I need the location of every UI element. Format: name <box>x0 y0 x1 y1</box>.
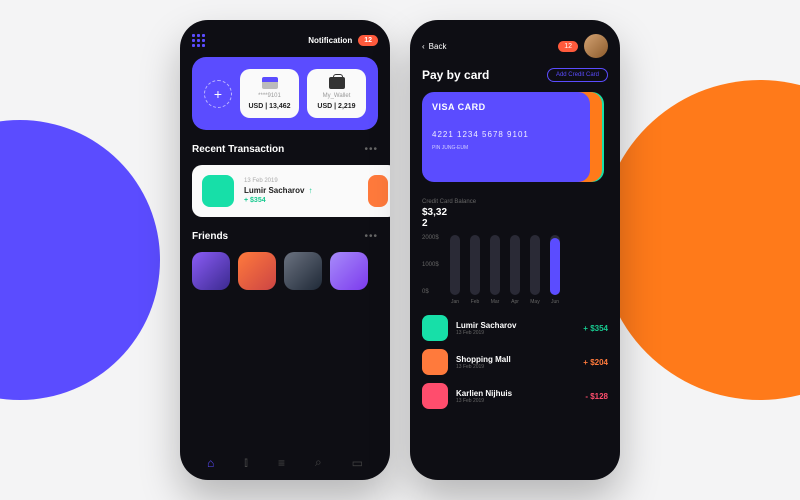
notification-button[interactable]: Notification 12 <box>308 35 378 46</box>
transaction-list: Lumir Sacharov13 Feb 2019+ $354Shopping … <box>422 315 608 409</box>
wallet-icon <box>329 77 345 89</box>
card-label: My_Wallet <box>323 93 351 99</box>
y-tick: 2000$ <box>422 235 439 241</box>
transaction-card[interactable]: 13 Feb 2019 Lumir Sacharov↑ + $354 <box>192 165 378 217</box>
avatar[interactable] <box>584 34 608 58</box>
chevron-left-icon: ‹ <box>422 42 425 51</box>
bg-circle-right <box>600 80 800 400</box>
transaction-name: Shopping Mall <box>456 355 511 364</box>
notification-label: Notification <box>308 36 352 45</box>
card-value: USD | 2,219 <box>317 103 355 110</box>
back-button[interactable]: ‹Back <box>422 42 446 51</box>
wallet-card[interactable]: My_Wallet USD | 2,219 <box>307 69 366 118</box>
x-tick: May <box>530 299 540 305</box>
notification-badge: 12 <box>358 35 378 46</box>
chart-bar[interactable] <box>550 235 560 295</box>
x-tick: Feb <box>470 299 480 305</box>
credit-card-stack[interactable]: VISA CARD 4221 1234 5678 9101 PIN JUNG-E… <box>422 92 608 187</box>
wallet-card[interactable]: ****9101 USD | 13,462 <box>240 69 299 118</box>
transaction-amount: + $354 <box>244 197 312 204</box>
balance-value: $3,322 <box>422 207 452 229</box>
transaction-name: Lumir Sacharov↑ <box>244 186 312 195</box>
transaction-icon <box>422 383 448 409</box>
transaction-row[interactable]: Shopping Mall13 Feb 2019 + $204 <box>422 349 608 375</box>
transaction-amount: - $128 <box>585 392 608 401</box>
nav-home-icon[interactable]: ⌂ <box>207 456 214 470</box>
x-tick: Jan <box>450 299 460 305</box>
transaction-date: 13 Feb 2019 <box>456 330 516 336</box>
menu-icon[interactable] <box>192 34 205 47</box>
transaction-name: Lumir Sacharov <box>456 321 516 330</box>
chart-bar[interactable] <box>530 235 540 295</box>
avatar[interactable] <box>238 252 276 290</box>
chart-bar[interactable] <box>450 235 460 295</box>
transaction-date: 13 Feb 2019 <box>244 178 312 184</box>
nav-search-icon[interactable]: ⌕ <box>315 455 322 470</box>
chart-bar[interactable] <box>490 235 500 295</box>
transaction-row[interactable]: Lumir Sacharov13 Feb 2019 + $354 <box>422 315 608 341</box>
x-tick: Jun <box>550 299 560 305</box>
friends-title: Friends <box>192 231 228 242</box>
recent-transaction-title: Recent Transaction <box>192 144 284 155</box>
balance-chart: Credit Card Balance $3,322 2000$ 1000$ 0… <box>422 199 608 305</box>
bg-circle-left <box>0 120 160 400</box>
add-card-button[interactable]: + <box>204 80 232 108</box>
chart-bar[interactable] <box>470 235 480 295</box>
avatar[interactable] <box>330 252 368 290</box>
x-tick: Apr <box>510 299 520 305</box>
bottom-nav: ⌂ ⫾ ≡ ⌕ ▭ <box>192 455 378 470</box>
avatar[interactable] <box>284 252 322 290</box>
balance-label: Credit Card Balance <box>422 199 608 205</box>
phone-home: Notification 12 + ****9101 USD | 13,462 … <box>180 20 390 480</box>
transaction-date: 13 Feb 2019 <box>456 364 511 370</box>
card-holder: PIN JUNG-EUM <box>432 145 580 151</box>
card-label: ****9101 <box>258 93 281 99</box>
card-icon <box>262 77 278 89</box>
page-title: Pay by card <box>422 68 489 82</box>
avatar[interactable] <box>192 252 230 290</box>
transaction-name: Karlien Nijhuis <box>456 389 512 398</box>
wallet-cards-area: + ****9101 USD | 13,462 My_Wallet USD | … <box>192 57 378 130</box>
transaction-amount: + $204 <box>583 358 608 367</box>
card-brand: VISA CARD <box>432 102 580 112</box>
transaction-row[interactable]: Karlien Nijhuis13 Feb 2019 - $128 <box>422 383 608 409</box>
card-number: 4221 1234 5678 9101 <box>432 130 580 139</box>
transaction-icon <box>368 175 388 207</box>
transaction-icon <box>422 315 448 341</box>
transaction-date: 13 Feb 2019 <box>456 398 512 404</box>
profile-badge: 12 <box>558 41 578 52</box>
add-credit-card-button[interactable]: Add Credit Card <box>547 68 608 82</box>
chart-bar[interactable] <box>510 235 520 295</box>
more-icon[interactable]: ••• <box>364 231 378 242</box>
transaction-amount: + $354 <box>583 324 608 333</box>
nav-stats-icon[interactable]: ⫾ <box>244 455 248 470</box>
card-value: USD | 13,462 <box>248 103 290 110</box>
friends-list <box>192 252 378 290</box>
transaction-card-next[interactable] <box>358 165 390 217</box>
nav-wallet-icon[interactable]: ▭ <box>352 456 363 470</box>
y-tick: 0$ <box>422 289 429 295</box>
arrow-up-icon: ↑ <box>308 186 312 195</box>
transaction-icon <box>422 349 448 375</box>
nav-list-icon[interactable]: ≡ <box>278 456 285 470</box>
more-icon[interactable]: ••• <box>364 144 378 155</box>
phone-pay: ‹Back 12 Pay by card Add Credit Card VIS… <box>410 20 620 480</box>
x-tick: Mar <box>490 299 500 305</box>
transaction-icon <box>202 175 234 207</box>
y-tick: 1000$ <box>422 262 439 268</box>
